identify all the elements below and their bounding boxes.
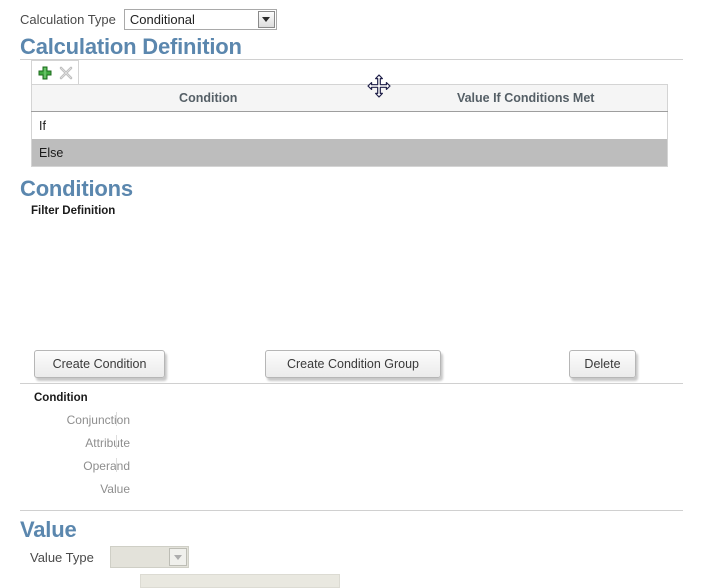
calculation-definition-heading: Calculation Definition: [20, 34, 242, 60]
table-row[interactable]: If: [32, 112, 668, 140]
cell-value-if-conditions-met: [384, 112, 667, 140]
cell-value-if-conditions-met: [384, 139, 667, 167]
chevron-down-icon[interactable]: [258, 11, 275, 28]
value-type-label: Value Type: [30, 550, 94, 565]
column-header-value-if-conditions-met[interactable]: Value If Conditions Met: [384, 85, 667, 112]
conditions-buttons-divider: [20, 383, 683, 384]
calculation-type-select[interactable]: Conditional: [124, 9, 277, 30]
value-section-divider: [20, 510, 683, 511]
calculation-type-value: Conditional: [125, 12, 258, 27]
calculation-definition-grid: Condition Value If Conditions Met If Els…: [31, 60, 668, 167]
attribute-separator: [116, 435, 117, 449]
conditions-heading: Conditions: [20, 176, 133, 202]
conjunction-label: Conjunction: [20, 413, 130, 427]
create-condition-button[interactable]: Create Condition: [34, 350, 165, 378]
chevron-down-icon[interactable]: [169, 548, 187, 566]
plus-icon[interactable]: [37, 65, 53, 81]
condition-section-label: Condition: [34, 392, 88, 404]
operand-label: Operand: [20, 459, 130, 473]
grid-toolbar: [31, 60, 79, 84]
conditions-table: Condition Value If Conditions Met If Els…: [31, 84, 668, 167]
delete-button[interactable]: Delete: [569, 350, 636, 378]
cell-condition: If: [32, 112, 385, 140]
filter-definition-label: Filter Definition: [31, 205, 115, 217]
cell-condition: Else: [32, 139, 385, 167]
value-input[interactable]: [140, 574, 340, 588]
x-delete-icon[interactable]: [58, 65, 74, 81]
value-label: Value: [20, 482, 130, 496]
calculation-type-row: Calculation Type Conditional: [20, 9, 277, 30]
calculation-type-label: Calculation Type: [20, 10, 116, 30]
create-condition-group-button[interactable]: Create Condition Group: [265, 350, 441, 378]
conjunction-separator: [116, 412, 117, 426]
value-heading: Value: [20, 517, 76, 543]
table-header-row: Condition Value If Conditions Met: [32, 85, 668, 112]
attribute-label: Attribute: [20, 436, 130, 450]
table-row[interactable]: Else: [32, 139, 668, 167]
column-header-condition[interactable]: Condition: [32, 85, 385, 112]
value-type-select[interactable]: [110, 546, 189, 568]
operand-separator: [116, 458, 117, 472]
